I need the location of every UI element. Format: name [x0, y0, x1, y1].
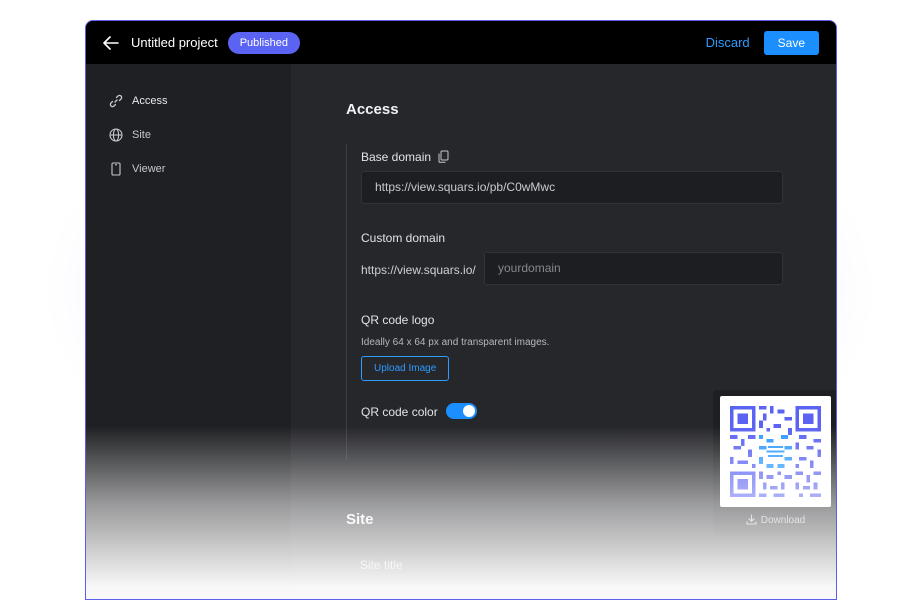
upload-image-button[interactable]: Upload Image: [361, 356, 450, 381]
top-bar: Untitled project Published Discard Save: [86, 21, 836, 64]
sidebar-item-viewer[interactable]: Viewer: [86, 152, 291, 186]
base-domain-field[interactable]: https://view.squars.io/pb/C0wMwc: [361, 171, 783, 204]
access-settings-group: Base domain https://view.squars.io/pb/C0…: [346, 144, 836, 536]
save-button[interactable]: Save: [763, 30, 819, 55]
site-title-label: Site title: [360, 558, 403, 572]
download-label: Download: [760, 515, 806, 526]
sidebar-item-label: Access: [132, 95, 168, 107]
status-badge: Published: [227, 31, 301, 54]
copy-icon[interactable]: [438, 150, 449, 166]
custom-domain-label: Custom domain: [361, 231, 446, 245]
sidebar-item-site[interactable]: Site: [86, 118, 291, 152]
download-icon: [746, 514, 757, 528]
app-window: Untitled project Published Discard Save …: [85, 20, 837, 600]
phone-icon: [109, 162, 123, 176]
qr-code-logo-hint: Ideally 64 x 64 px and transparent image…: [361, 337, 550, 348]
toggle-knob: [463, 405, 475, 417]
project-title: Untitled project: [131, 35, 218, 50]
sidebar-item-label: Viewer: [132, 163, 166, 175]
sidebar: Access Site Viewer: [86, 64, 291, 599]
sidebar-item-label: Site: [132, 129, 151, 141]
qr-code-logo-label: QR code logo: [361, 313, 435, 327]
custom-domain-input[interactable]: yourdomain: [484, 252, 783, 285]
main-panel: Access Base domain https://view.squars.i…: [291, 64, 836, 599]
sidebar-item-access[interactable]: Access: [86, 84, 291, 118]
globe-icon: [109, 128, 123, 142]
qr-code-color-label: QR code color: [361, 405, 438, 419]
back-arrow-icon[interactable]: [103, 34, 121, 52]
custom-domain-prefix: https://view.squars.io/: [361, 263, 476, 277]
access-section-title: Access: [346, 101, 399, 118]
qr-code-image: [720, 396, 831, 507]
site-section-title: Site: [346, 511, 374, 528]
discard-button[interactable]: Discard: [706, 35, 750, 50]
qr-code-color-toggle[interactable]: [446, 403, 477, 419]
download-button[interactable]: Download: [713, 514, 836, 528]
base-domain-label: Base domain: [361, 150, 449, 166]
qr-code-card: Download: [713, 390, 836, 536]
link-icon: [109, 94, 123, 108]
